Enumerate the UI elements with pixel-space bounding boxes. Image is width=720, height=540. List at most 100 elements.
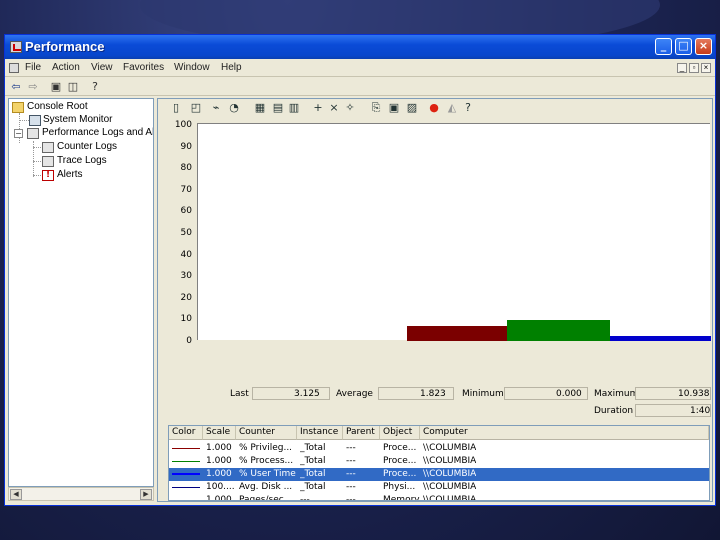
- column-header-computer[interactable]: Computer: [420, 426, 709, 440]
- up-folder-icon[interactable]: ▣: [50, 81, 62, 93]
- alerts-icon: [42, 170, 54, 181]
- menu-window[interactable]: Window: [174, 62, 210, 73]
- highlight-icon[interactable]: ✧: [344, 102, 356, 115]
- menu-favorites[interactable]: Favorites: [123, 62, 164, 73]
- cell-parent: ---: [346, 469, 356, 479]
- counter-row[interactable]: 100.... Avg. Disk ... _Total --- Physi... \\C…: [169, 481, 709, 494]
- help-icon[interactable]: ?: [89, 81, 101, 93]
- column-header-color[interactable]: Color: [169, 426, 203, 440]
- view-log-data-icon[interactable]: ◔: [228, 102, 240, 115]
- column-header-counter[interactable]: Counter: [236, 426, 297, 440]
- tree-horizontal-scrollbar[interactable]: ◀ ▶: [8, 487, 154, 501]
- tree-item-performance-logs[interactable]: Performance Logs and Ale: [42, 127, 153, 138]
- title-bar[interactable]: Performance _ □ ×: [5, 35, 715, 59]
- view-current-activity-icon[interactable]: ⌁: [210, 102, 222, 115]
- scroll-right-icon[interactable]: ▶: [140, 489, 152, 500]
- last-label: Last: [230, 389, 249, 399]
- properties-icon[interactable]: ▨: [406, 102, 418, 115]
- cell-counter: % User Time: [239, 469, 296, 479]
- plot-area: [197, 123, 711, 341]
- tree-item-console-root[interactable]: Console Root: [27, 101, 88, 112]
- paste-counter-list-icon[interactable]: ▣: [388, 102, 400, 115]
- counter-row[interactable]: 1.000 % User Time _Total --- Proce... \\COLUM…: [169, 468, 709, 481]
- cell-scale: 1.000: [206, 443, 232, 453]
- y-tick-label: 0: [186, 336, 192, 346]
- cell-parent: ---: [346, 456, 356, 466]
- view-graph-icon[interactable]: ▦: [254, 102, 266, 115]
- duration-label: Duration: [594, 406, 634, 416]
- menu-file[interactable]: File: [25, 62, 41, 73]
- view-report-icon[interactable]: ▥: [288, 102, 300, 115]
- y-tick-label: 40: [180, 249, 192, 260]
- forward-arrow-icon[interactable]: ⇨: [27, 81, 39, 93]
- cell-counter: % Privileg...: [239, 443, 293, 453]
- color-swatch: [172, 473, 200, 475]
- color-swatch: [172, 461, 200, 462]
- freeze-display-icon[interactable]: ●: [428, 102, 440, 115]
- show-hide-tree-icon[interactable]: ◫: [67, 81, 79, 93]
- counter-row[interactable]: 1.000 Pages/sec --- --- Memory \\COLUMBIA: [169, 494, 709, 501]
- menu-bar: File Action View Favorites Window Help _…: [5, 59, 715, 77]
- menu-view[interactable]: View: [91, 62, 113, 73]
- trace-logs-icon: [42, 156, 54, 167]
- histogram-chart: 100 90 80 70 60 50 40 30 20 10 0: [166, 120, 712, 382]
- y-tick-label: 20: [180, 292, 192, 303]
- console-tree: Console Root System Monitor − Performanc…: [8, 98, 154, 487]
- cell-instance: _Total: [300, 456, 326, 466]
- close-button[interactable]: ×: [695, 38, 712, 55]
- tree-item-alerts[interactable]: Alerts: [57, 169, 83, 180]
- update-data-icon[interactable]: ◭: [446, 102, 458, 115]
- child-restore-button[interactable]: ▫: [689, 63, 699, 73]
- performance-logs-icon: [27, 128, 39, 139]
- main-toolbar: ⇦ ⇨ ▣ ◫ ?: [5, 78, 715, 96]
- column-header-object[interactable]: Object: [380, 426, 420, 440]
- counter-row[interactable]: 1.000 % Privileg... _Total --- Proce... \\COL…: [169, 442, 709, 455]
- y-tick-label: 80: [180, 163, 192, 174]
- cell-computer: \\COLUMBIA: [423, 495, 477, 501]
- average-value: 1.823: [420, 389, 446, 399]
- cell-scale: 100....: [206, 482, 235, 492]
- child-close-button[interactable]: ×: [701, 63, 711, 73]
- color-swatch: [172, 448, 200, 449]
- counter-row[interactable]: 1.000 % Process... _Total --- Proce... \\COLU…: [169, 455, 709, 468]
- column-header-instance[interactable]: Instance: [297, 426, 343, 440]
- help-icon[interactable]: ?: [462, 102, 474, 115]
- new-counter-set-icon[interactable]: ▯: [170, 102, 182, 115]
- clear-display-icon[interactable]: ◰: [190, 102, 202, 115]
- counter-list: Color Scale Counter Instance Parent Obje…: [168, 425, 710, 501]
- tree-item-system-monitor[interactable]: System Monitor: [43, 114, 112, 125]
- color-swatch: [172, 500, 200, 501]
- cell-scale: 1.000: [206, 469, 232, 479]
- copy-properties-icon[interactable]: ⎘: [370, 102, 382, 115]
- menu-action[interactable]: Action: [52, 62, 80, 73]
- mmc-system-menu-icon[interactable]: [9, 63, 19, 73]
- histogram-bar: [507, 319, 610, 341]
- menu-help[interactable]: Help: [221, 62, 242, 73]
- maximize-button[interactable]: □: [675, 38, 692, 55]
- system-monitor-icon: [29, 115, 41, 126]
- tree-item-counter-logs[interactable]: Counter Logs: [57, 141, 117, 152]
- cell-computer: \\COLUMBIA: [423, 443, 477, 453]
- add-counter-icon[interactable]: +: [312, 102, 324, 115]
- minimize-button[interactable]: _: [655, 38, 672, 55]
- collapse-icon[interactable]: −: [14, 129, 23, 138]
- scroll-left-icon[interactable]: ◀: [10, 489, 22, 500]
- y-tick-label: 60: [180, 206, 192, 217]
- column-header-parent[interactable]: Parent: [343, 426, 380, 440]
- cell-counter: Pages/sec: [239, 495, 284, 501]
- y-tick-label: 10: [180, 314, 192, 325]
- tree-item-trace-logs[interactable]: Trace Logs: [57, 155, 107, 166]
- delete-counter-icon[interactable]: ×: [328, 102, 340, 115]
- cell-scale: 1.000: [206, 495, 232, 501]
- view-histogram-icon[interactable]: ▤: [272, 102, 284, 115]
- child-minimize-button[interactable]: _: [677, 63, 687, 73]
- counter-logs-icon: [42, 142, 54, 153]
- folder-icon: [12, 102, 24, 113]
- minimum-value: 0.000: [556, 389, 582, 399]
- column-header-scale[interactable]: Scale: [203, 426, 236, 440]
- performance-app-icon: [10, 41, 22, 53]
- duration-value: 1:40: [690, 406, 711, 416]
- cell-scale: 1.000: [206, 456, 232, 466]
- cell-parent: ---: [346, 482, 356, 492]
- back-arrow-icon[interactable]: ⇦: [10, 81, 22, 93]
